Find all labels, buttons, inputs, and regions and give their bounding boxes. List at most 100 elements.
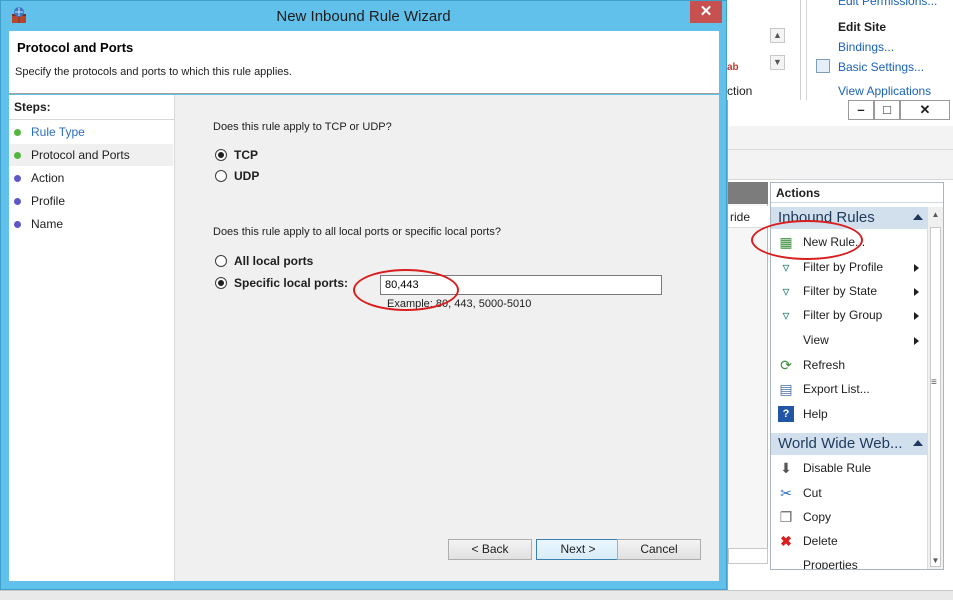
submenu-arrow-icon [914, 337, 919, 345]
protocol-question: Does this rule apply to TCP or UDP? [213, 121, 392, 133]
wizard-header: Protocol and Ports Specify the protocols… [9, 31, 719, 94]
action-export-list[interactable]: ▤ Export List... [771, 377, 927, 401]
disable-icon: ⬇ [780, 460, 792, 476]
action-new-rule[interactable]: ▦ New Rule... [771, 230, 927, 254]
wizard-body: Steps: Rule Type Protocol and Ports Acti… [9, 95, 719, 581]
action-label: Filter by Group [803, 308, 883, 322]
step-pending-dot-icon [14, 221, 21, 228]
inbound-rules-section-title: Inbound Rules [778, 209, 875, 226]
step-label: Rule Type [31, 125, 85, 139]
basic-settings-link[interactable]: Basic Settings... [838, 60, 924, 74]
new-inbound-rule-wizard: New Inbound Rule Wizard ✕ Protocol and P… [0, 0, 727, 590]
collapse-icon[interactable] [913, 214, 923, 220]
new-rule-icon: ▦ [779, 234, 793, 250]
scroll-down-icon[interactable]: ▼ [928, 553, 943, 569]
action-label: View [803, 333, 829, 347]
action-help[interactable]: ? Help [771, 402, 927, 426]
filter-icon: ▿ [782, 259, 790, 275]
rules-list-hscroll[interactable] [728, 548, 768, 564]
export-icon: ▤ [779, 381, 793, 397]
radio-label: UDP [234, 169, 260, 183]
steps-label: Steps: [14, 100, 51, 114]
wizard-content: Does this rule apply to TCP or UDP? TCP … [175, 95, 719, 581]
step-rule-type[interactable]: Rule Type [9, 121, 173, 143]
submenu-arrow-icon [914, 264, 919, 272]
ports-example-text: Example: 80, 443, 5000-5010 [387, 298, 532, 310]
minimize-button[interactable]: – [848, 100, 874, 120]
action-disable-rule[interactable]: ⬇ Disable Rule [771, 456, 927, 480]
action-delete[interactable]: ✖ Delete [771, 529, 927, 553]
iis-scroll-down-button[interactable]: ▼ [770, 55, 785, 70]
specific-local-ports-radio[interactable]: Specific local ports: [215, 276, 348, 292]
radio-empty-icon [215, 255, 227, 267]
tcp-radio[interactable]: TCP [215, 148, 258, 164]
action-label: Properties [803, 558, 858, 569]
action-cut[interactable]: ✂ Cut [771, 481, 927, 505]
scroll-thumb[interactable] [930, 227, 941, 567]
submenu-arrow-icon [914, 288, 919, 296]
refresh-icon: ⟳ [780, 357, 792, 373]
inbound-rules-section-header[interactable]: Inbound Rules [771, 207, 927, 229]
specific-ports-input[interactable] [380, 275, 662, 295]
radio-label: Specific local ports: [234, 276, 349, 290]
filter-icon: ▿ [782, 283, 790, 299]
rules-list-column-override[interactable]: ride [728, 206, 768, 228]
iis-divider [800, 0, 801, 100]
back-button[interactable]: < Back [448, 539, 532, 560]
step-label: Name [31, 217, 64, 231]
action-label: Export List... [803, 382, 870, 396]
steps-pane: Steps: Rule Type Protocol and Ports Acti… [9, 95, 175, 581]
edit-site-heading: Edit Site [838, 20, 887, 34]
rules-list-pane: ride [728, 182, 768, 562]
action-label: Delete [803, 534, 838, 548]
udp-radio[interactable]: UDP [215, 169, 259, 185]
radio-empty-icon [215, 170, 227, 182]
action-label: Disable Rule [803, 461, 872, 475]
www-section-title: World Wide Web... [778, 435, 903, 452]
next-button[interactable]: Next > [536, 539, 620, 560]
step-label: Action [31, 171, 65, 185]
console-menu-bar [728, 126, 953, 150]
wizard-title: New Inbound Rule Wizard [276, 8, 451, 25]
iis-scroll-up-button[interactable]: ▲ [770, 28, 785, 43]
action-label: Copy [803, 510, 832, 524]
desktop-bottom-strip [0, 590, 953, 600]
scroll-grip-icon: ≡ [931, 377, 937, 388]
actions-pane: Actions Inbound Rules ▦ New Rule... ▿ Fi… [770, 182, 944, 570]
step-label: Protocol and Ports [31, 148, 130, 162]
console-close-button[interactable]: ✕ [900, 100, 950, 120]
action-filter-by-group[interactable]: ▿ Filter by Group [771, 303, 927, 327]
action-copy[interactable]: ❐ Copy [771, 505, 927, 529]
action-label: Refresh [803, 358, 846, 372]
action-refresh[interactable]: ⟳ Refresh [771, 353, 927, 377]
action-label: Help [803, 407, 828, 421]
action-view[interactable]: View [771, 328, 927, 352]
ports-question: Does this rule apply to all local ports … [213, 226, 501, 238]
submenu-arrow-icon [914, 312, 919, 320]
scroll-up-icon[interactable]: ▲ [928, 207, 943, 223]
action-filter-by-profile[interactable]: ▿ Filter by Profile [771, 255, 927, 279]
iis-clipped-icon-label: ab [727, 62, 739, 73]
edit-permissions-link[interactable]: Edit Permissions... [838, 0, 937, 8]
step-protocol-and-ports: Protocol and Ports [9, 144, 173, 166]
view-applications-link[interactable]: View Applications [838, 84, 931, 98]
action-filter-by-state[interactable]: ▿ Filter by State [771, 279, 927, 303]
step-name: Name [9, 213, 173, 235]
console-toolbar [728, 150, 953, 180]
step-label: Profile [31, 194, 66, 208]
collapse-icon[interactable] [913, 440, 923, 446]
firewall-console-titlebar: – □ ✕ [728, 100, 953, 126]
www-section-header[interactable]: World Wide Web... [771, 433, 927, 455]
action-properties[interactable]: Properties [771, 553, 927, 569]
cancel-button[interactable]: Cancel [617, 539, 701, 560]
radio-selected-icon [215, 149, 227, 161]
all-local-ports-radio[interactable]: All local ports [215, 254, 313, 270]
steps-divider [9, 119, 174, 120]
close-button[interactable]: ✕ [690, 1, 722, 23]
firewall-console-window: – □ ✕ ride Actions Inbound Rules ▦ New R… [727, 100, 953, 600]
bindings-link[interactable]: Bindings... [838, 40, 894, 54]
help-icon: ? [778, 406, 794, 422]
actions-scrollbar[interactable]: ▲ ≡ ▼ [927, 207, 943, 569]
maximize-button[interactable]: □ [874, 100, 900, 120]
action-label: Cut [803, 486, 822, 500]
